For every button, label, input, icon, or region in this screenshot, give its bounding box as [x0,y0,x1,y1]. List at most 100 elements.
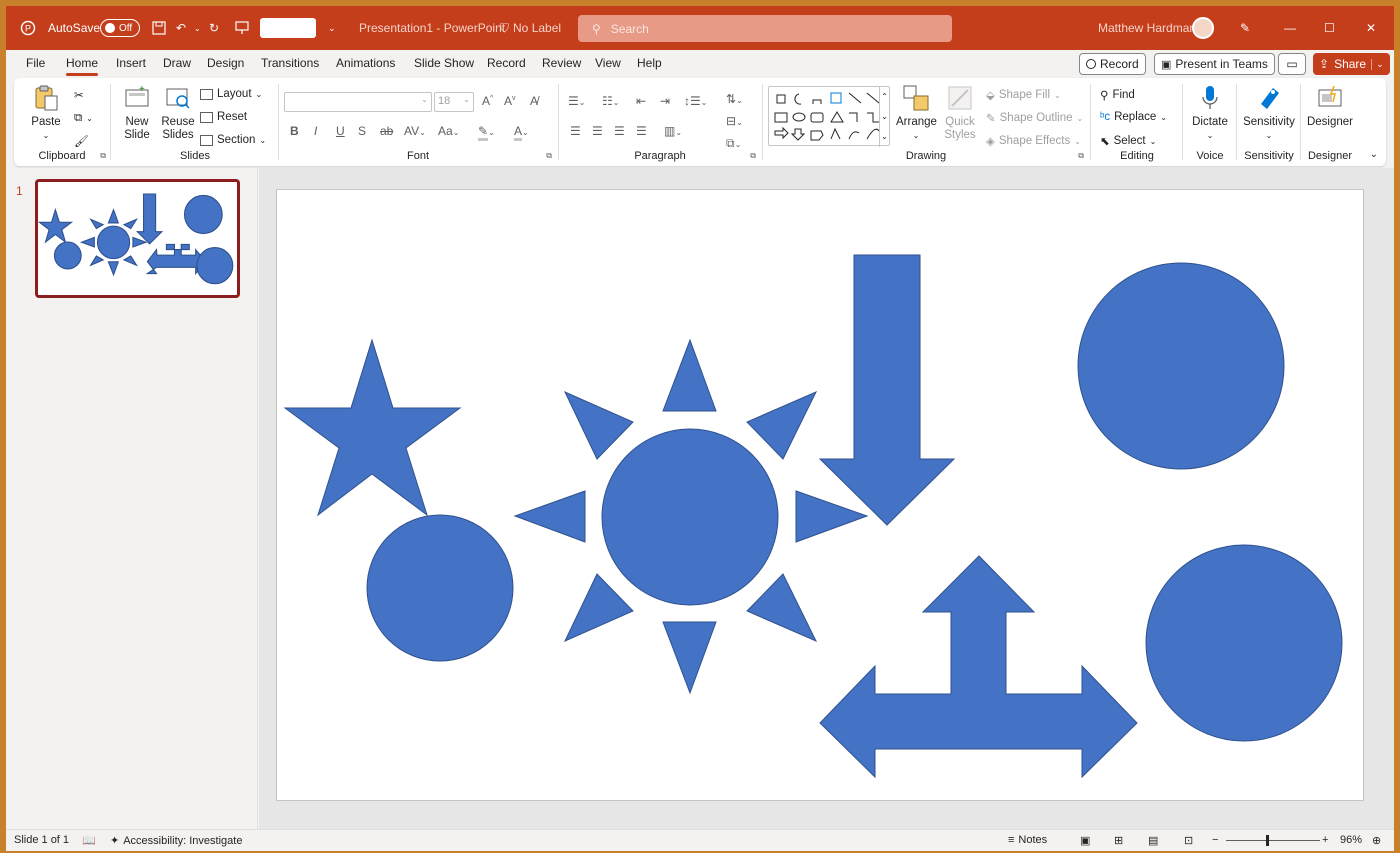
arrange-dropdown-icon[interactable]: ⌄ [896,129,936,142]
tab-animations[interactable]: Animations [336,56,395,70]
undo-dropdown-icon[interactable]: ⌄ [194,6,201,50]
tab-insert[interactable]: Insert [116,56,146,70]
zoom-slider-track[interactable] [1226,840,1320,841]
font-launcher-icon[interactable]: ⧉ [546,151,552,161]
increase-font-size-icon[interactable]: A^ [482,94,493,108]
dictate-dropdown-icon[interactable]: ⌄ [1188,129,1232,142]
paste-button[interactable]: Paste ⌄ [26,84,66,142]
underline-icon[interactable]: U [336,124,345,138]
slide-thumbnail[interactable] [35,179,240,298]
zoom-out-icon[interactable]: − [1212,834,1218,846]
circle-shape[interactable] [1145,544,1343,742]
share-button[interactable]: ⇪ Share ⌄ [1313,53,1390,75]
smartart-icon[interactable]: ⧉⌄ [726,136,741,151]
tab-slide-show[interactable]: Slide Show [414,56,474,70]
autosave-toggle[interactable]: Off [100,6,140,50]
slide-sorter-icon[interactable]: ⊞ [1114,834,1123,847]
present-from-start-icon[interactable] [235,6,249,50]
shape-outline-button[interactable]: ✎ Shape Outline ⌄ [986,111,1083,125]
present-in-teams-button[interactable]: ▣ Present in Teams [1154,53,1275,75]
fit-to-window-icon[interactable]: ⊕ [1372,834,1381,847]
shapes-gallery[interactable]: ⌃ ⌄ ⌄ [768,86,890,147]
sensitivity-label[interactable]: ⛉ No Label [500,6,561,50]
italic-icon[interactable]: I [314,124,317,138]
slide-canvas[interactable] [276,189,1364,801]
comments-button[interactable]: ▭ [1278,53,1306,75]
find-button[interactable]: ⚲ Find [1100,88,1135,102]
reset-button[interactable]: Reset [200,111,247,123]
numbering-icon[interactable]: ☷⌄ [602,94,619,108]
select-button[interactable]: ⬉ Select ⌄ [1100,134,1156,148]
paste-dropdown-icon[interactable]: ⌄ [26,129,66,142]
collapse-ribbon-icon[interactable]: ⌄ [1370,149,1378,160]
designer-button[interactable]: Designer [1304,84,1356,129]
cut-icon[interactable]: ✂ [74,88,84,102]
pen-icon[interactable]: ✎ [1240,6,1250,50]
maximize-icon[interactable]: ☐ [1324,6,1335,50]
replace-button[interactable]: ᵇc Replace ⌄ [1100,111,1167,123]
dictate-button[interactable]: Dictate ⌄ [1188,84,1232,142]
increase-indent-icon[interactable]: ⇥ [660,94,670,108]
clear-formatting-icon[interactable]: A̸ [530,94,538,108]
undo-icon[interactable]: ↶ [176,6,186,50]
accessibility-button[interactable]: ✦ Accessibility: Investigate [110,834,242,848]
reuse-slides-button[interactable]: Reuse Slides [158,84,198,142]
drawing-launcher-icon[interactable]: ⧉ [1078,151,1084,161]
user-name[interactable]: Matthew Hardman [1098,6,1196,50]
font-size-dropdown[interactable]: 18 ⌄ [434,92,474,112]
tab-transitions[interactable]: Transitions [261,56,319,70]
reading-view-icon[interactable]: ▤ [1148,834,1158,847]
normal-view-icon[interactable]: ▣ [1080,834,1090,847]
zoom-level[interactable]: 96% [1340,834,1362,846]
search-box[interactable]: ⚲ Search [578,15,952,42]
format-painter-icon[interactable]: 🖌 [74,134,89,148]
clipboard-launcher-icon[interactable]: ⧉ [100,151,106,161]
decrease-font-size-icon[interactable]: Av [504,94,516,108]
tab-help[interactable]: Help [637,56,662,70]
zoom-in-icon[interactable]: + [1322,834,1328,846]
qat-font-box[interactable] [260,6,316,50]
tab-design[interactable]: Design [207,56,244,70]
star-shape[interactable] [283,338,462,517]
align-right-icon[interactable]: ☰ [614,124,625,138]
character-spacing-icon[interactable]: AV⌄ [404,124,426,138]
tab-review[interactable]: Review [542,56,581,70]
avatar[interactable] [1192,6,1214,50]
bullets-icon[interactable]: ☰⌄ [568,94,585,108]
customize-qat-icon[interactable]: ⌄ [328,6,336,50]
slide-show-icon[interactable]: ⊡ [1184,834,1193,847]
strikethrough-icon[interactable]: ab [380,124,393,138]
save-icon[interactable] [152,6,166,50]
zoom-slider-thumb[interactable] [1266,835,1269,846]
tab-home[interactable]: Home [66,56,99,76]
share-dropdown-icon[interactable]: ⌄ [1371,58,1384,70]
align-text-icon[interactable]: ⊟⌄ [726,114,743,128]
line-spacing-icon[interactable]: ↕☰⌄ [684,94,707,108]
section-button[interactable]: Section ⌄ [200,134,266,146]
justify-icon[interactable]: ☰ [636,124,647,138]
layout-button[interactable]: Layout ⌄ [200,88,262,100]
highlight-icon[interactable]: ✎⌄ [478,124,495,141]
circle-shape[interactable] [366,514,514,662]
copy-icon[interactable]: ⧉ ⌄ [74,112,93,125]
columns-icon[interactable]: ▥⌄ [664,124,682,138]
text-shadow-icon[interactable]: S [358,124,366,138]
bold-icon[interactable]: B [290,124,299,138]
decrease-indent-icon[interactable]: ⇤ [636,94,646,108]
paragraph-launcher-icon[interactable]: ⧉ [750,151,756,161]
close-icon[interactable]: ✕ [1366,6,1376,50]
new-slide-button[interactable]: + New Slide [118,84,156,142]
font-color-icon[interactable]: A⌄ [514,124,529,141]
tab-draw[interactable]: Draw [163,56,191,70]
change-case-icon[interactable]: Aa⌄ [438,124,459,138]
text-direction-icon[interactable]: ⇅⌄ [726,92,743,106]
redo-icon[interactable]: ↻ [209,6,219,50]
align-center-icon[interactable]: ☰ [592,124,603,138]
minimize-icon[interactable]: — [1284,6,1296,50]
shapes-gallery-scroll[interactable]: ⌃ ⌄ ⌄ [879,87,889,147]
shape-effects-button[interactable]: ◈ Shape Effects ⌄ [986,134,1081,148]
quick-styles-button[interactable]: Quick Styles [940,84,980,142]
circle-shape[interactable] [1077,262,1285,470]
shape-fill-button[interactable]: ⬙ Shape Fill ⌄ [986,88,1061,102]
arrange-button[interactable]: Arrange ⌄ [896,84,937,142]
